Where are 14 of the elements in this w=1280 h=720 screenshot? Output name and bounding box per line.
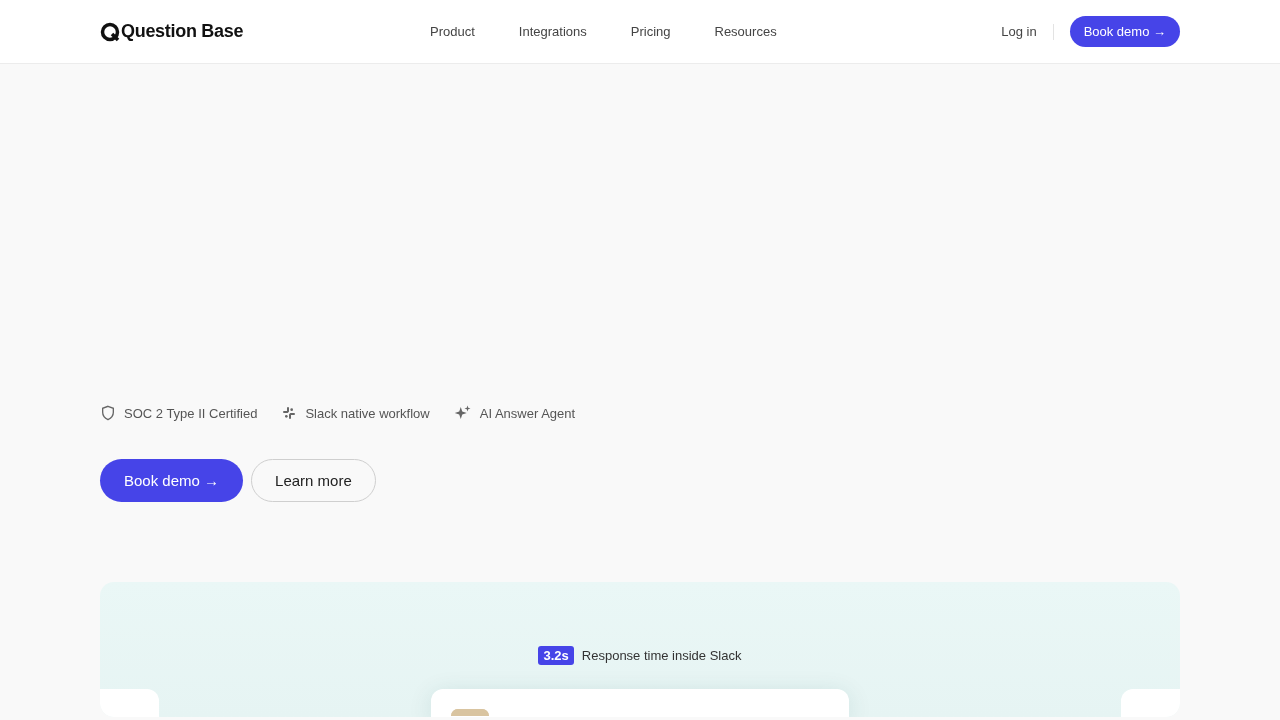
feature-label: SOC 2 Type II Certified (124, 405, 258, 421)
logo[interactable]: Question Base (100, 21, 430, 42)
book-demo-button[interactable]: Book demo → (1069, 16, 1180, 47)
login-link[interactable]: Log in (1001, 24, 1037, 39)
nav-link[interactable]: Integrations (518, 24, 587, 39)
brand-name: Question Base (121, 21, 244, 42)
feature-label: Slack native workflow (305, 405, 430, 421)
nav-link[interactable]: Product (430, 24, 475, 39)
feature-label: AI Answer Agent (479, 405, 576, 421)
stat-caption: Response time inside Slack (581, 648, 742, 663)
book-demo-button[interactable]: Book demo → (100, 459, 244, 502)
time-badge: 3.2s (538, 646, 574, 665)
nav-link[interactable]: Pricing (630, 24, 671, 39)
nav-link[interactable]: Resources (714, 24, 777, 39)
